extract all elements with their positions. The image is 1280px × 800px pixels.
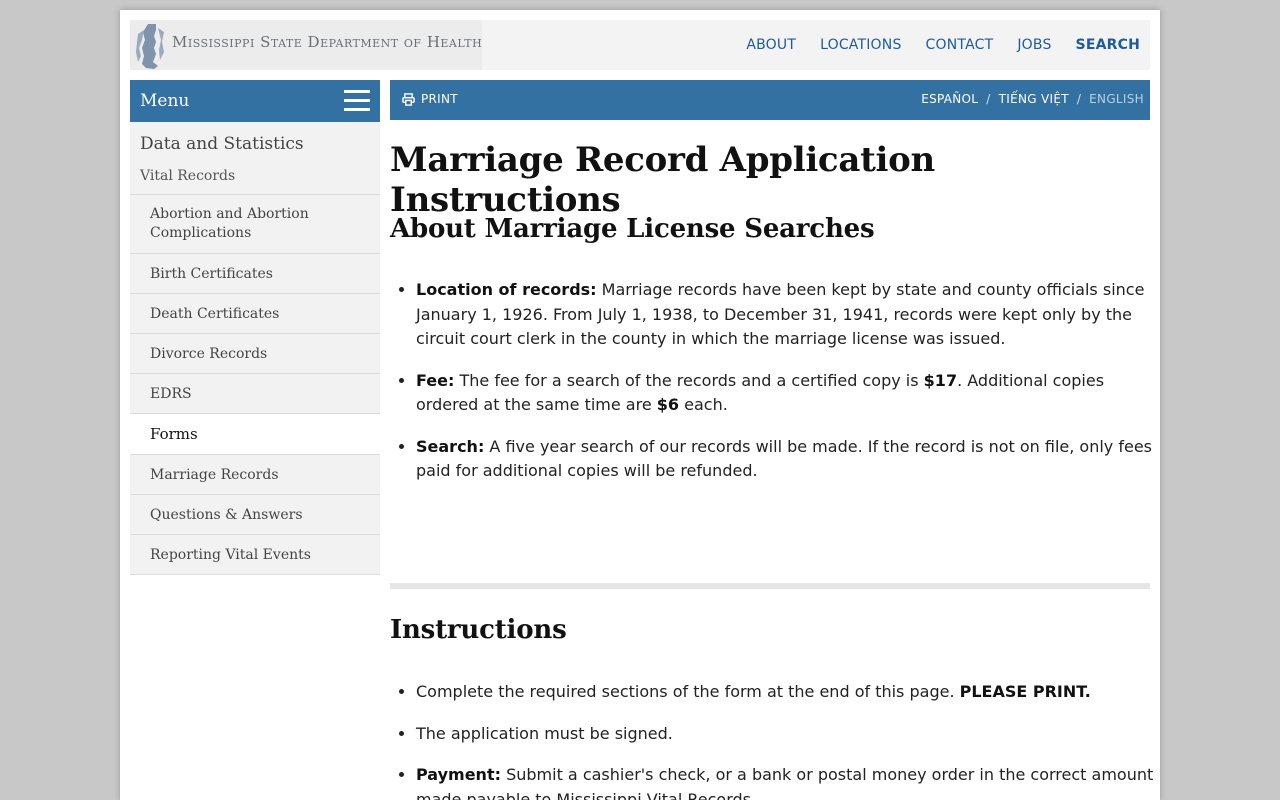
language-separator: / xyxy=(1076,92,1082,106)
print-label: PRINT xyxy=(421,92,458,106)
section-divider xyxy=(390,583,1150,589)
nav-about[interactable]: ABOUT xyxy=(746,37,796,53)
item-label: Fee: xyxy=(416,370,455,390)
site-header: Mississippi State Department of Health A… xyxy=(130,20,1150,70)
list-item: Search: A five year search of our record… xyxy=(416,435,1160,484)
nav-search[interactable]: SEARCH xyxy=(1076,37,1140,53)
item-text: each. xyxy=(679,395,728,414)
sidebar-subsection[interactable]: Vital Records xyxy=(130,164,380,195)
utility-bar: PRINT ESPAÑOL / TIẾNG VIỆT / ENGLISH xyxy=(390,80,1150,120)
sidebar-item-questions-answers[interactable]: Questions & Answers xyxy=(130,495,380,535)
language-english: ENGLISH xyxy=(1089,92,1144,106)
main-content: Marriage Record Application Instructions… xyxy=(390,140,1153,800)
top-navigation: ABOUT LOCATIONS CONTACT JOBS SEARCH xyxy=(746,20,1140,70)
item-label: Payment: xyxy=(416,765,501,784)
about-list: Location of records: Marriage records ha… xyxy=(390,278,1160,501)
item-emphasis: PLEASE PRINT. xyxy=(959,682,1091,701)
list-item: Payment: Submit a cashier's check, or a … xyxy=(416,763,1160,800)
site-logo[interactable]: Mississippi State Department of Health xyxy=(130,20,482,70)
print-button[interactable]: PRINT xyxy=(402,92,458,106)
item-text: The fee for a search of the records and … xyxy=(454,370,924,390)
additional-copy-fee: $6 xyxy=(656,395,680,414)
sidebar-item-divorce-records[interactable]: Divorce Records xyxy=(130,334,380,374)
page: Mississippi State Department of Health A… xyxy=(120,10,1160,800)
site-name: Mississippi State Department of Health xyxy=(172,33,483,51)
language-vietnamese[interactable]: TIẾNG VIỆT xyxy=(999,92,1069,106)
sidebar-item-death-certificates[interactable]: Death Certificates xyxy=(130,294,380,334)
fee-amount: $17 xyxy=(923,370,958,390)
list-item: Fee: The fee for a search of the records… xyxy=(416,369,1160,418)
sidebar-nav: Data and Statistics Vital Records Aborti… xyxy=(130,122,380,575)
item-text: The application must be signed. xyxy=(416,723,673,743)
item-label: Location of records: xyxy=(416,280,597,299)
item-text: A five year search of our records will b… xyxy=(416,436,1153,481)
sidebar-item-marriage-records[interactable]: Marriage Records xyxy=(130,455,380,495)
state-outline-icon xyxy=(136,24,164,69)
nav-locations[interactable]: LOCATIONS xyxy=(820,37,901,53)
instructions-list: Complete the required sections of the fo… xyxy=(390,680,1160,800)
item-text: Submit a cashier's check, or a bank or p… xyxy=(416,765,1154,800)
instructions-heading: Instructions xyxy=(390,615,567,645)
list-item: The application must be signed. xyxy=(416,722,1160,747)
printer-icon xyxy=(402,92,415,106)
menu-label: Menu xyxy=(140,91,190,111)
language-switcher: ESPAÑOL / TIẾNG VIỆT / ENGLISH xyxy=(921,92,1144,106)
nav-jobs[interactable]: JOBS xyxy=(1017,37,1051,53)
sidebar-item-abortion[interactable]: Abortion and Abortion Complications xyxy=(130,195,380,254)
page-title: Marriage Record Application Instructions xyxy=(390,140,935,220)
sidebar-item-birth-certificates[interactable]: Birth Certificates xyxy=(130,254,380,294)
item-label: Search: xyxy=(416,436,485,456)
language-separator: / xyxy=(986,92,991,106)
item-text: Complete the required sections of the fo… xyxy=(416,682,960,701)
sidebar-item-edrs[interactable]: EDRS xyxy=(130,374,380,414)
about-heading: About Marriage License Searches xyxy=(390,214,875,244)
language-espanol[interactable]: ESPAÑOL xyxy=(921,92,978,106)
sidebar-item-reporting-vital-events[interactable]: Reporting Vital Events xyxy=(130,535,380,575)
sidebar-item-forms[interactable]: Forms xyxy=(130,414,380,455)
hamburger-menu-icon[interactable] xyxy=(344,90,370,112)
sidebar-section-title[interactable]: Data and Statistics xyxy=(130,122,380,164)
list-item: Complete the required sections of the fo… xyxy=(416,680,1160,705)
nav-contact[interactable]: CONTACT xyxy=(926,37,994,53)
sidebar-menu-bar[interactable]: Menu xyxy=(130,80,380,122)
list-item: Location of records: Marriage records ha… xyxy=(416,278,1160,352)
